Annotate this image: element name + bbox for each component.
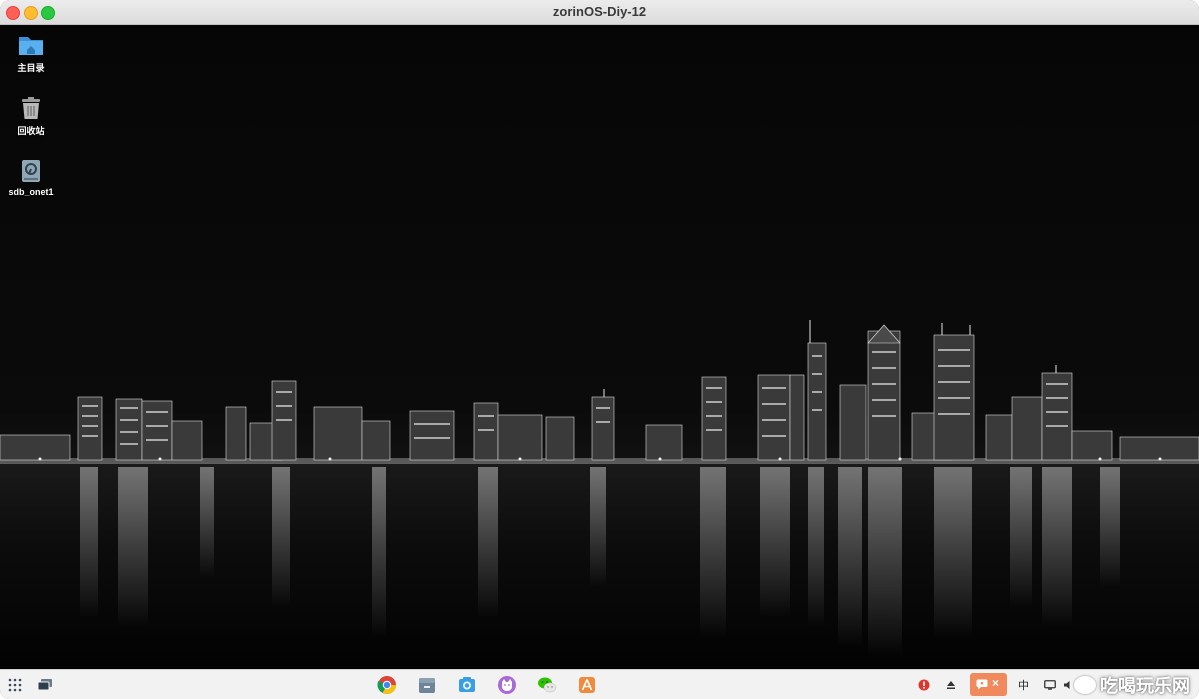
- site-watermark: 吃喝玩乐网: [1074, 672, 1190, 698]
- input-method-indicator[interactable]: 中: [1018, 677, 1029, 693]
- desktop-icon-label: 回收站: [17, 126, 45, 136]
- wechat-button[interactable]: [536, 674, 558, 696]
- notification-close-button[interactable]: ×: [992, 676, 999, 690]
- tray-alert-button[interactable]: [913, 674, 935, 696]
- appstore-icon: [579, 677, 595, 693]
- alert-icon: [918, 679, 930, 691]
- screenshot-icon: [459, 677, 475, 692]
- desktop-icon-home[interactable]: 主目录: [1, 31, 61, 74]
- tray-eject-button[interactable]: [940, 674, 962, 696]
- display-icon: [1044, 680, 1056, 690]
- workspaces-icon: [37, 679, 52, 691]
- desktop-icon-label: sdb_onet1: [8, 187, 54, 197]
- watermark-logo-icon: [1074, 676, 1096, 694]
- wechat-icon: [538, 677, 557, 693]
- trash-icon: [22, 97, 40, 119]
- chat-bubble-icon: [976, 679, 988, 690]
- cat-app-icon: [498, 676, 516, 694]
- home-folder-icon: [19, 37, 43, 55]
- app-grid-icon: [8, 678, 22, 692]
- files-icon: [419, 678, 435, 693]
- desktop-icon-label: 主目录: [17, 63, 45, 73]
- city-skyline-wallpaper: [0, 320, 1199, 669]
- chrome-button[interactable]: [376, 674, 398, 696]
- appstore-button[interactable]: [576, 674, 598, 696]
- taskbar: × 中: [0, 669, 1199, 699]
- chrome-icon: [377, 676, 396, 695]
- workspaces-button[interactable]: [34, 674, 56, 696]
- eject-icon: [947, 681, 955, 689]
- cat-app-button[interactable]: [496, 674, 518, 696]
- desktop-icon-trash[interactable]: 回收站: [1, 94, 61, 137]
- window-titlebar[interactable]: zorinOS-Diy-12: [0, 0, 1199, 25]
- tray-notification-badge[interactable]: ×: [970, 673, 1007, 696]
- app-grid-button[interactable]: [4, 674, 26, 696]
- desktop-wallpaper[interactable]: 主目录 回收站 sdb_onet1: [0, 25, 1199, 669]
- files-button[interactable]: [416, 674, 438, 696]
- vm-window: zorinOS-Diy-12 主目录 回收站 sdb_onet1 × 中 吃喝玩…: [0, 0, 1199, 699]
- watermark-text: 吃喝玩乐网: [1100, 676, 1190, 696]
- volume-icon: [1064, 681, 1070, 689]
- screenshot-button[interactable]: [456, 674, 478, 696]
- desktop-icon-drive[interactable]: sdb_onet1: [1, 157, 61, 197]
- window-title: zorinOS-Diy-12: [552, 4, 647, 19]
- drive-icon: [22, 160, 40, 182]
